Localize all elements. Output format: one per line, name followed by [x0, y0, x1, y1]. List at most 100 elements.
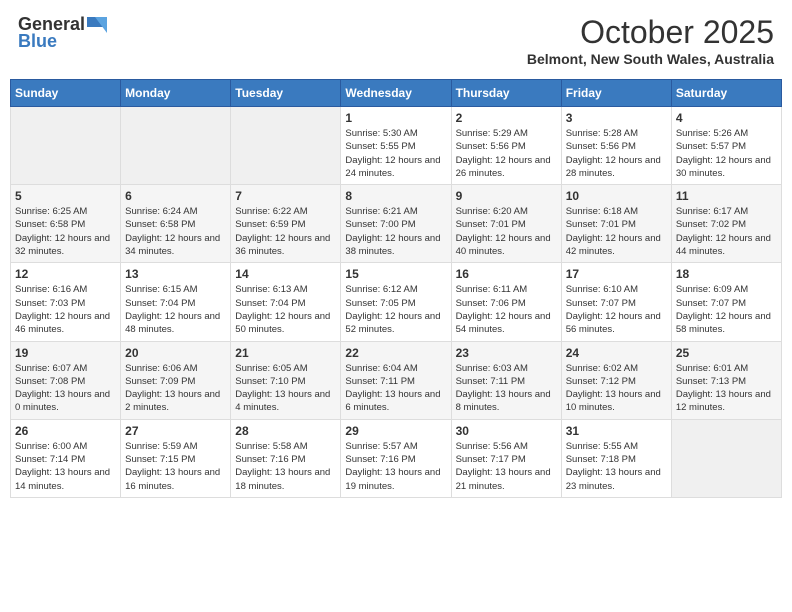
calendar-cell	[121, 107, 231, 185]
daylight-text: Daylight: 13 hours and 6 minutes.	[345, 388, 446, 415]
day-number: 31	[566, 424, 667, 438]
calendar-cell: 8 Sunrise: 6:21 AMSunset: 7:00 PMDaylight…	[341, 185, 451, 263]
calendar-week-row: 26Sunrise: 6:00 AMSunset: 7:14 PMDayligh…	[11, 419, 782, 497]
cell-content: Sunrise: 6:16 AMSunset: 7:03 PMDaylight:…	[15, 283, 116, 336]
sunrise-text: Sunrise: 6:24 AM	[125, 205, 226, 218]
sunset-text: Sunset: 7:10 PM	[235, 375, 336, 388]
sunset-text: Sunset: 7:11 PM	[456, 375, 557, 388]
sunrise-text: Sunrise: 6:21 AM	[345, 205, 446, 218]
sunset-text: Sunset: 7:06 PM	[456, 297, 557, 310]
daylight-text: Daylight: 12 hours and 34 minutes.	[125, 232, 226, 259]
calendar-cell: 7Sunrise: 6:22 AMSunset: 6:59 PMDaylight…	[231, 185, 341, 263]
cell-content: Sunrise: 6:04 AMSunset: 7:11 PMDaylight:…	[345, 362, 446, 415]
day-number: 4	[676, 111, 777, 125]
sunset-text: Sunset: 7:07 PM	[566, 297, 667, 310]
cell-content: Sunrise: 6:12 AMSunset: 7:05 PMDaylight:…	[345, 283, 446, 336]
calendar-cell: 14Sunrise: 6:13 AMSunset: 7:04 PMDayligh…	[231, 263, 341, 341]
calendar-cell: 10 Sunrise: 6:18 AMSunset: 7:01 PMDayligh…	[561, 185, 671, 263]
cell-content: Sunrise: 5:26 AMSunset: 5:57 PMDaylight:…	[676, 127, 777, 180]
daylight-text: Daylight: 12 hours and 58 minutes.	[676, 310, 777, 337]
sunrise-text: Sunrise: 5:30 AM	[345, 127, 446, 140]
daylight-text: Daylight: 12 hours and 30 minutes.	[676, 154, 777, 181]
cell-content: Sunrise: 6:24 AMSunset: 6:58 PMDaylight:…	[125, 205, 226, 258]
cell-content: Sunrise: 6:03 AMSunset: 7:11 PMDaylight:…	[456, 362, 557, 415]
sunset-text: Sunset: 7:13 PM	[676, 375, 777, 388]
daylight-text: Daylight: 13 hours and 18 minutes.	[235, 466, 336, 493]
day-number: 7	[235, 189, 336, 203]
cell-content: Sunrise: 6:06 AMSunset: 7:09 PMDaylight:…	[125, 362, 226, 415]
cell-content: Sunrise: 6:10 AMSunset: 7:07 PMDaylight:…	[566, 283, 667, 336]
cell-content: Sunrise: 5:56 AMSunset: 7:17 PMDaylight:…	[456, 440, 557, 493]
day-number: 12	[15, 267, 116, 281]
cell-content: Sunrise: 6:21 AMSunset: 7:00 PMDaylight:…	[345, 205, 446, 258]
calendar-cell	[11, 107, 121, 185]
sunset-text: Sunset: 7:08 PM	[15, 375, 116, 388]
cell-content: Sunrise: 5:30 AMSunset: 5:55 PMDaylight:…	[345, 127, 446, 180]
daylight-text: Daylight: 12 hours and 36 minutes.	[235, 232, 336, 259]
logo-flag-icon	[87, 17, 107, 33]
daylight-text: Daylight: 12 hours and 52 minutes.	[345, 310, 446, 337]
daylight-text: Daylight: 13 hours and 10 minutes.	[566, 388, 667, 415]
calendar-cell: 28Sunrise: 5:58 AMSunset: 7:16 PMDayligh…	[231, 419, 341, 497]
daylight-text: Daylight: 12 hours and 50 minutes.	[235, 310, 336, 337]
day-number: 10	[566, 189, 667, 203]
sunrise-text: Sunrise: 6:06 AM	[125, 362, 226, 375]
day-number: 8	[345, 189, 446, 203]
calendar-cell: 2Sunrise: 5:29 AMSunset: 5:56 PMDaylight…	[451, 107, 561, 185]
day-number: 19	[15, 346, 116, 360]
day-number: 18	[676, 267, 777, 281]
sunset-text: Sunset: 5:55 PM	[345, 140, 446, 153]
calendar-header-row: SundayMondayTuesdayWednesdayThursdayFrid…	[11, 80, 782, 107]
calendar-cell: 23 Sunrise: 6:03 AMSunset: 7:11 PMDayligh…	[451, 341, 561, 419]
sunrise-text: Sunrise: 6:09 AM	[676, 283, 777, 296]
daylight-text: Daylight: 12 hours and 48 minutes.	[125, 310, 226, 337]
daylight-text: Daylight: 13 hours and 2 minutes.	[125, 388, 226, 415]
daylight-text: Daylight: 12 hours and 32 minutes.	[15, 232, 116, 259]
sunrise-text: Sunrise: 6:22 AM	[235, 205, 336, 218]
daylight-text: Daylight: 12 hours and 42 minutes.	[566, 232, 667, 259]
daylight-text: Daylight: 12 hours and 40 minutes.	[456, 232, 557, 259]
calendar-header-friday: Friday	[561, 80, 671, 107]
daylight-text: Daylight: 12 hours and 38 minutes.	[345, 232, 446, 259]
day-number: 5	[15, 189, 116, 203]
calendar-cell: 26Sunrise: 6:00 AMSunset: 7:14 PMDayligh…	[11, 419, 121, 497]
daylight-text: Daylight: 13 hours and 8 minutes.	[456, 388, 557, 415]
calendar-week-row: 19Sunrise: 6:07 AMSunset: 7:08 PMDayligh…	[11, 341, 782, 419]
sunset-text: Sunset: 7:04 PM	[235, 297, 336, 310]
daylight-text: Daylight: 13 hours and 16 minutes.	[125, 466, 226, 493]
day-number: 11	[676, 189, 777, 203]
calendar-cell: 16Sunrise: 6:11 AMSunset: 7:06 PMDayligh…	[451, 263, 561, 341]
sunrise-text: Sunrise: 6:18 AM	[566, 205, 667, 218]
daylight-text: Daylight: 12 hours and 24 minutes.	[345, 154, 446, 181]
daylight-text: Daylight: 12 hours and 26 minutes.	[456, 154, 557, 181]
cell-content: Sunrise: 5:57 AMSunset: 7:16 PMDaylight:…	[345, 440, 446, 493]
calendar-cell: 27Sunrise: 5:59 AMSunset: 7:15 PMDayligh…	[121, 419, 231, 497]
day-number: 2	[456, 111, 557, 125]
sunrise-text: Sunrise: 5:29 AM	[456, 127, 557, 140]
sunrise-text: Sunrise: 6:01 AM	[676, 362, 777, 375]
calendar-cell: 20Sunrise: 6:06 AMSunset: 7:09 PMDayligh…	[121, 341, 231, 419]
sunset-text: Sunset: 7:18 PM	[566, 453, 667, 466]
sunset-text: Sunset: 7:11 PM	[345, 375, 446, 388]
calendar-cell: 6Sunrise: 6:24 AMSunset: 6:58 PMDaylight…	[121, 185, 231, 263]
sunset-text: Sunset: 7:01 PM	[566, 218, 667, 231]
sunset-text: Sunset: 7:00 PM	[345, 218, 446, 231]
calendar-body: 1Sunrise: 5:30 AMSunset: 5:55 PMDaylight…	[11, 107, 782, 498]
sunset-text: Sunset: 7:14 PM	[15, 453, 116, 466]
day-number: 13	[125, 267, 226, 281]
sunrise-text: Sunrise: 5:57 AM	[345, 440, 446, 453]
calendar-week-row: 1Sunrise: 5:30 AMSunset: 5:55 PMDaylight…	[11, 107, 782, 185]
day-number: 23	[456, 346, 557, 360]
sunrise-text: Sunrise: 5:55 AM	[566, 440, 667, 453]
day-number: 26	[15, 424, 116, 438]
sunrise-text: Sunrise: 6:03 AM	[456, 362, 557, 375]
daylight-text: Daylight: 12 hours and 46 minutes.	[15, 310, 116, 337]
daylight-text: Daylight: 13 hours and 19 minutes.	[345, 466, 446, 493]
cell-content: Sunrise: 6:02 AMSunset: 7:12 PMDaylight:…	[566, 362, 667, 415]
sunset-text: Sunset: 5:56 PM	[566, 140, 667, 153]
calendar-cell: 21Sunrise: 6:05 AMSunset: 7:10 PMDayligh…	[231, 341, 341, 419]
calendar-cell: 17Sunrise: 6:10 AMSunset: 7:07 PMDayligh…	[561, 263, 671, 341]
daylight-text: Daylight: 13 hours and 4 minutes.	[235, 388, 336, 415]
calendar-cell: 18Sunrise: 6:09 AMSunset: 7:07 PMDayligh…	[671, 263, 781, 341]
calendar-cell: 11Sunrise: 6:17 AMSunset: 7:02 PMDayligh…	[671, 185, 781, 263]
